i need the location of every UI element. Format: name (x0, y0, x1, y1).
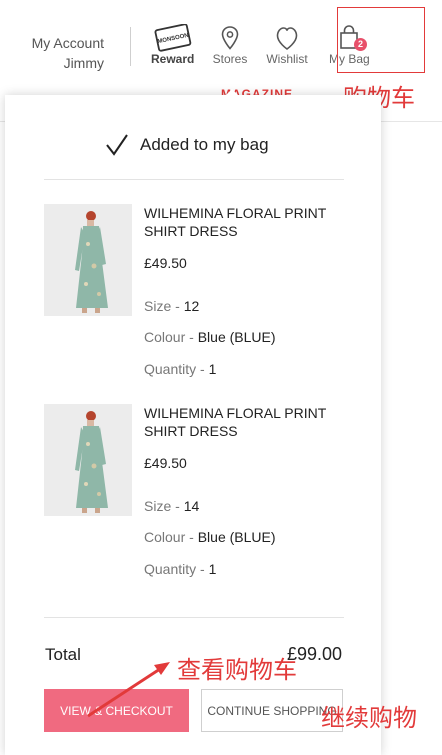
annotation-arrow-icon (87, 662, 170, 718)
annotation-continue: 继续购物 (321, 704, 417, 732)
